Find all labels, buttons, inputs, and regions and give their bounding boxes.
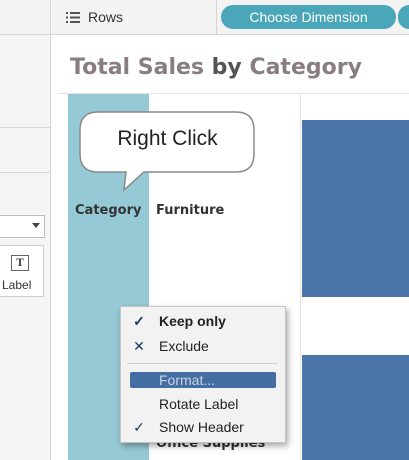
context-menu: ✓ Keep only ✕ Exclude Format... Rotate L… <box>120 306 286 443</box>
rows-lines-icon <box>66 11 80 23</box>
bar-furniture[interactable] <box>302 120 409 297</box>
menu-item-label: Rotate Label <box>159 396 239 412</box>
x-icon: ✕ <box>133 337 145 354</box>
category-field-header[interactable]: Category <box>75 203 141 218</box>
menu-item-label: Format... <box>159 372 216 388</box>
menu-item-label: Show Header <box>159 419 244 435</box>
panel-divider <box>0 127 50 128</box>
label-card-button[interactable]: T Label <box>0 245 44 297</box>
choose-dimension-pill[interactable]: Choose Dimension <box>221 5 396 29</box>
header-separator <box>300 94 301 460</box>
label-card-text: Label <box>2 278 32 292</box>
menu-item-exclude[interactable]: ✕ Exclude <box>121 335 285 357</box>
panel-divider <box>0 172 50 173</box>
menu-item-label: Exclude <box>159 338 209 354</box>
title-measure: Total Sales <box>70 55 205 80</box>
callout-text: Right Click <box>117 127 218 150</box>
row-label-furniture[interactable]: Furniture <box>156 203 224 218</box>
rows-shelf[interactable]: Rows <box>58 0 217 34</box>
left-panel: T Label <box>0 35 51 460</box>
worksheet-title: Total Sales by Category <box>70 55 362 80</box>
menu-item-keep-only[interactable]: ✓ Keep only <box>121 310 285 332</box>
title-dimension: Category <box>249 55 362 80</box>
bar-office-supplies[interactable] <box>302 355 409 460</box>
rows-label: Rows <box>88 9 124 25</box>
check-icon: ✓ <box>133 418 145 435</box>
menu-item-rotate-label[interactable]: Rotate Label <box>121 393 285 415</box>
menu-item-show-header[interactable]: ✓ Show Header <box>121 416 285 438</box>
text-label-icon: T <box>11 255 29 271</box>
check-icon: ✓ <box>133 312 145 329</box>
callout-bubble <box>79 111 255 192</box>
menu-separator <box>127 363 277 364</box>
left-top-cell <box>0 0 51 34</box>
menu-item-label: Keep only <box>159 313 226 329</box>
mark-type-dropdown[interactable] <box>0 215 45 238</box>
title-by: by <box>204 55 250 80</box>
chevron-down-icon <box>32 223 40 228</box>
menu-item-format[interactable]: Format... <box>130 372 276 388</box>
